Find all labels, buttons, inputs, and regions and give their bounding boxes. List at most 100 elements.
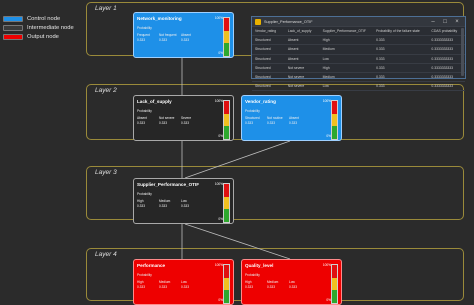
window-title: Supplier_Performance_OTIF [264, 19, 313, 24]
gauge-max: 100% [322, 99, 331, 103]
state-values: 0.333 0.333 0.333 [137, 285, 203, 289]
table-row[interactable]: Structured Absent Low 0.333 0.3333333333 [252, 55, 465, 64]
link-vendor-to-otif [184, 140, 291, 179]
state-value: 0.333 [137, 121, 145, 125]
close-icon[interactable]: × [451, 19, 463, 25]
gauge-max: 100% [322, 263, 331, 267]
app-icon [255, 18, 261, 25]
node-supplier-performance-otif[interactable]: Supplier_Performance_OTIF Probability Hi… [133, 178, 234, 224]
table-cell: Not severe [287, 75, 305, 80]
risk-gauge [223, 264, 230, 304]
table-cell[interactable]: 0.333 [373, 84, 428, 88]
node-title: Performance [137, 263, 166, 268]
state-value: 0.333 [137, 285, 145, 289]
state-label: Absent [181, 33, 191, 37]
state-label: High [245, 280, 252, 284]
gauge-max: 100% [214, 16, 223, 20]
state-labels: Frequent Not frequent Absent [137, 33, 203, 37]
state-value: 0.333 [137, 204, 145, 208]
column-header[interactable]: Supplier_Performance_OTIF [320, 29, 373, 33]
state-value: 0.333 [267, 285, 275, 289]
node-subtitle: Probability [137, 192, 152, 196]
table-cell: Low [322, 84, 329, 89]
table-cell: 0.3333333333 [431, 47, 454, 52]
table-row[interactable]: Structured Not severe High 0.333 0.33333… [252, 64, 465, 73]
state-labels: Structured Not routine Absent [245, 116, 311, 120]
table-cell: Absent [287, 56, 299, 61]
cpt-window[interactable]: Supplier_Performance_OTIF – □ × Vendor_r… [251, 16, 466, 92]
gauge-max: 100% [214, 99, 223, 103]
table-row[interactable]: Structured Absent High 0.333 0.333333333… [252, 36, 465, 46]
table-cell: 0.3333333333 [431, 56, 454, 61]
state-values: 0.333 0.333 0.333 [137, 204, 203, 208]
table-cell: Structured [255, 38, 271, 43]
table-cell: Structured [255, 56, 271, 61]
state-label: Not routine [267, 116, 283, 120]
node-network-monitoring[interactable]: Network_monitoring Probability Frequent … [133, 12, 234, 58]
risk-gauge [223, 17, 230, 57]
state-label: Frequent [137, 33, 150, 37]
table-cell[interactable]: 0.333 [373, 66, 428, 70]
state-labels: Absent Not severe Severe [137, 116, 203, 120]
state-value: 0.333 [181, 38, 189, 42]
table-cell[interactable]: 0.333 [373, 38, 428, 42]
state-value: 0.333 [159, 285, 167, 289]
state-label: Medium [267, 280, 279, 284]
state-label: Low [181, 199, 187, 203]
state-values: 0.333 0.333 0.333 [245, 285, 311, 289]
node-quality-level[interactable]: Quality_level Probability High Medium Lo… [241, 259, 342, 305]
table-cell: Not severe [287, 65, 305, 70]
state-value: 0.333 [245, 121, 253, 125]
node-title: Lack_of_supply [137, 99, 172, 104]
minimize-icon[interactable]: – [427, 19, 439, 25]
state-label: Low [181, 280, 187, 284]
table-cell[interactable]: 0.333 [373, 47, 428, 51]
state-value: 0.333 [267, 121, 275, 125]
vertical-scrollbar[interactable] [461, 28, 464, 76]
state-label: Absent [137, 116, 147, 120]
column-header[interactable]: Lack_of_supply [285, 29, 320, 33]
column-header[interactable]: CDAS probability [428, 29, 465, 33]
state-values: 0.333 0.333 0.333 [245, 121, 311, 125]
node-subtitle: Probability [245, 273, 260, 277]
state-label: Medium [159, 280, 171, 284]
table-cell: Not severe [287, 84, 305, 89]
table-cell: Structured [255, 65, 271, 70]
state-value: 0.333 [181, 121, 189, 125]
state-label: Medium [159, 199, 171, 203]
state-label: High [137, 280, 144, 284]
state-label: Low [289, 280, 295, 284]
state-labels: High Medium Low [245, 280, 311, 284]
state-value: 0.333 [181, 204, 189, 208]
maximize-icon[interactable]: □ [439, 19, 451, 25]
window-controls: – □ × [427, 17, 463, 26]
state-label: High [137, 199, 144, 203]
node-subtitle: Probability [245, 109, 260, 113]
state-label: Structured [245, 116, 260, 120]
node-performance[interactable]: Performance Probability High Medium Low … [133, 259, 234, 305]
node-lack-of-supply[interactable]: Lack_of_supply Probability Absent Not se… [133, 95, 234, 141]
node-title: Supplier_Performance_OTIF [137, 182, 200, 187]
column-header[interactable]: Vendor_rating [252, 29, 285, 33]
state-labels: High Medium Low [137, 280, 203, 284]
node-subtitle: Probability [137, 273, 152, 277]
table-row[interactable]: Structured Not severe Medium 0.333 0.333… [252, 73, 465, 83]
table-cell[interactable]: 0.333 [373, 57, 428, 61]
state-label: Severe [181, 116, 192, 120]
table-header: Vendor_rating Lack_of_supply Supplier_Pe… [252, 27, 465, 37]
link-otif-to-quality [184, 223, 291, 260]
node-title: Network_monitoring [137, 16, 182, 21]
table-row[interactable]: Structured Not severe Low 0.333 0.333333… [252, 82, 465, 92]
table-row[interactable]: Structured Absent Medium 0.333 0.3333333… [252, 45, 465, 55]
table-cell[interactable]: 0.333 [373, 75, 428, 79]
table-cell: Medium [322, 75, 335, 80]
table-cell: 0.3333333333 [431, 75, 454, 80]
column-header[interactable]: Probability of the failure state [373, 29, 428, 33]
window-titlebar[interactable]: Supplier_Performance_OTIF – □ × [252, 17, 465, 27]
node-vendor-rating[interactable]: Vendor_rating Probability Structured Not… [241, 95, 342, 141]
state-value: 0.333 [159, 121, 167, 125]
table-cell: Absent [287, 47, 299, 52]
table-cell: 0.3333333333 [431, 38, 454, 43]
table-cell: 0.3333333333 [431, 65, 454, 70]
state-value: 0.333 [137, 38, 145, 42]
